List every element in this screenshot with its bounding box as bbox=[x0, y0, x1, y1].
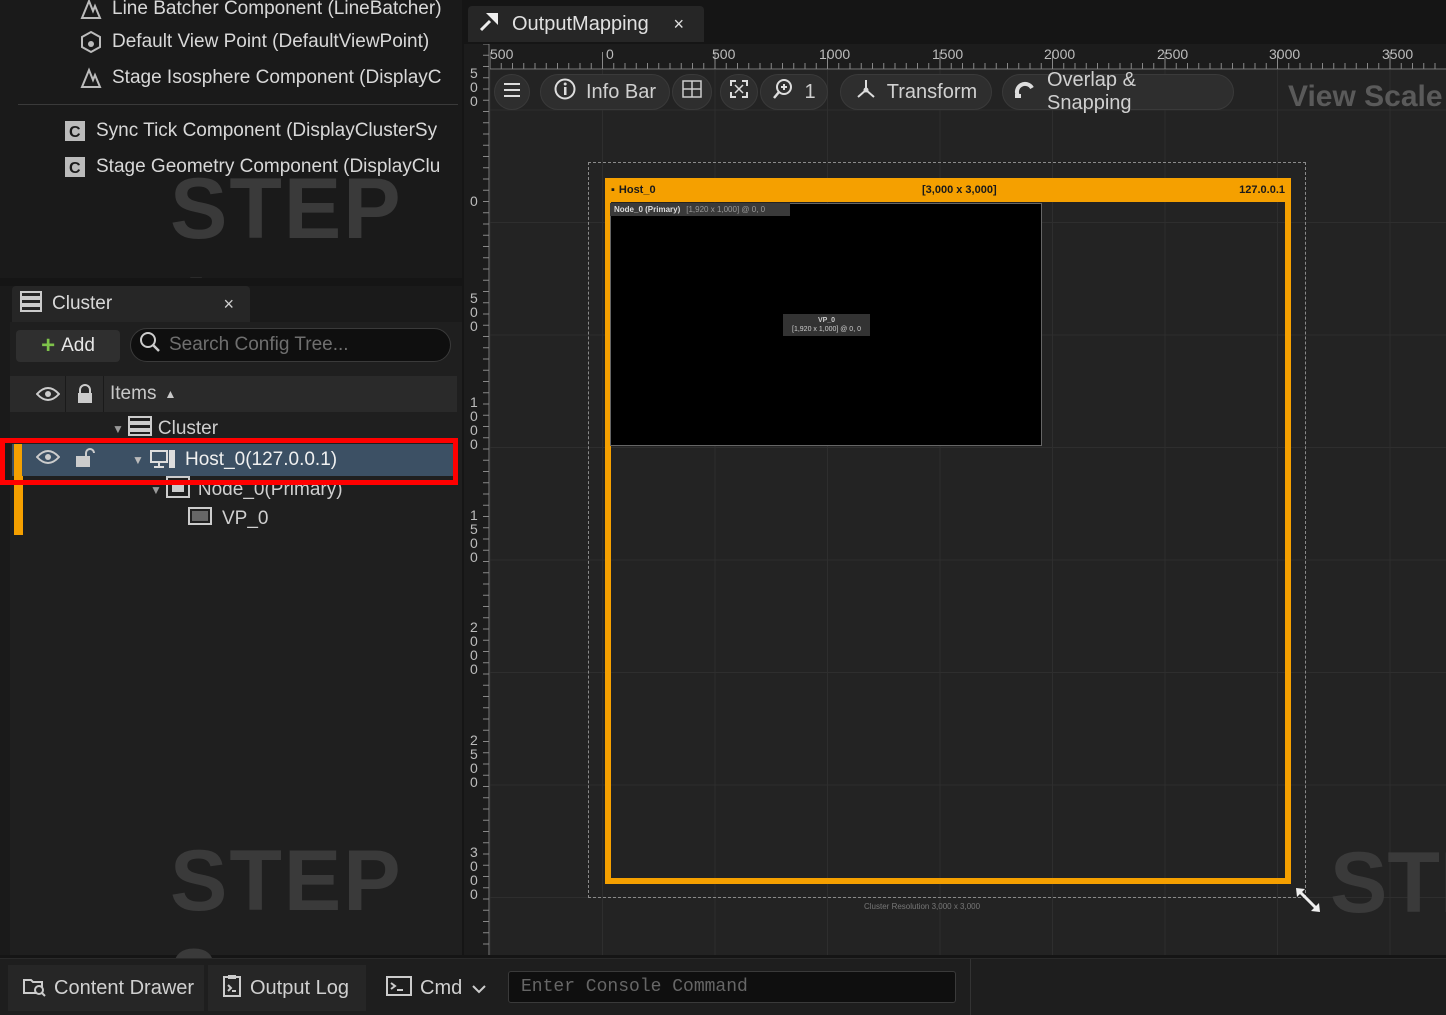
line-batcher-icon bbox=[78, 0, 104, 22]
panel-separator bbox=[0, 278, 462, 286]
fit-view-button[interactable] bbox=[720, 74, 758, 110]
zoom-icon bbox=[772, 78, 794, 106]
layout-button[interactable] bbox=[672, 74, 712, 110]
layout-grid-icon bbox=[682, 80, 702, 104]
svg-text:C: C bbox=[69, 124, 81, 141]
isosphere-icon bbox=[78, 65, 104, 91]
content-drawer-button[interactable]: Content Drawer bbox=[8, 965, 204, 1011]
items-column-header[interactable]: Items ▲ bbox=[104, 376, 176, 412]
output-log-icon bbox=[222, 974, 242, 1003]
status-bar: Content Drawer Output Log Cmd bbox=[0, 958, 1446, 1015]
ruler-tick-label: 1000 bbox=[470, 394, 478, 452]
chevron-down-icon[interactable]: ▼ bbox=[150, 483, 162, 497]
expand-icon bbox=[729, 79, 749, 105]
ruler-tick-label: 1500 bbox=[932, 46, 964, 62]
ruler-tick-label: 500 bbox=[712, 46, 736, 62]
info-icon bbox=[554, 78, 576, 106]
viewport-icon bbox=[188, 507, 212, 531]
ruler-tick-label: 3000 bbox=[470, 844, 478, 902]
output-log-button[interactable]: Output Log bbox=[208, 965, 366, 1011]
component-row[interactable]: Stage Isosphere Component (DisplayC bbox=[78, 61, 442, 95]
chevron-down-icon[interactable]: ▼ bbox=[112, 422, 124, 436]
ruler-tick-label: 2500 bbox=[470, 732, 478, 790]
plus-icon: + bbox=[41, 332, 56, 359]
ruler-tick-label: 2000 bbox=[1044, 46, 1076, 62]
close-icon[interactable]: × bbox=[673, 14, 684, 35]
add-button[interactable]: + Add bbox=[16, 330, 120, 362]
magnet-icon bbox=[1013, 78, 1037, 106]
console-command-field[interactable] bbox=[508, 971, 956, 1003]
divider bbox=[18, 104, 458, 105]
tree-item-label: VP_0 bbox=[222, 508, 269, 529]
ruler-tick-label: 3500 bbox=[1382, 46, 1414, 62]
ruler-horizontal: 500 0 500 1000 1500 2000 2500 3000 3500 bbox=[490, 44, 1446, 70]
highlight-annotation bbox=[0, 438, 458, 485]
host-resolution: [3,000 x 3,000] bbox=[922, 184, 997, 196]
cluster-tree-icon bbox=[20, 290, 42, 318]
lock-column-icon[interactable] bbox=[66, 376, 104, 412]
component-label: Stage Isosphere Component (DisplayC bbox=[112, 67, 442, 88]
view-point-icon bbox=[78, 29, 104, 55]
cpp-component-icon: C bbox=[62, 118, 88, 144]
sort-ascending-icon: ▲ bbox=[164, 387, 177, 401]
component-row[interactable]: C Sync Tick Component (DisplayClusterSy bbox=[62, 114, 437, 148]
ruler-tick-label: 500 bbox=[470, 65, 478, 109]
component-label: Line Batcher Component (LineBatcher) bbox=[112, 0, 442, 19]
zoom-button[interactable]: 1 bbox=[760, 74, 828, 110]
content-drawer-icon bbox=[22, 975, 46, 1002]
component-row[interactable]: Line Batcher Component (LineBatcher) bbox=[78, 0, 442, 26]
ruler-tick-label: 3000 bbox=[1269, 46, 1301, 62]
menu-button[interactable] bbox=[494, 74, 530, 110]
svg-text:C: C bbox=[69, 160, 81, 177]
overlap-snapping-button[interactable]: Overlap & Snapping bbox=[1002, 69, 1234, 114]
resize-handle-icon[interactable] bbox=[1294, 886, 1322, 919]
tree-header: Items ▲ bbox=[10, 376, 457, 412]
view-scale-readout: View Scale x bbox=[1288, 80, 1446, 113]
ruler-tick-label: 1500 bbox=[470, 507, 478, 565]
divider bbox=[970, 959, 971, 1015]
cmd-dropdown[interactable]: Cmd bbox=[372, 965, 502, 1011]
ruler-tick-label: 1000 bbox=[819, 46, 851, 62]
component-label: Sync Tick Component (DisplayClusterSy bbox=[96, 120, 438, 141]
ruler-tick-label: 2000 bbox=[470, 619, 478, 677]
output-mapping-icon bbox=[478, 9, 502, 39]
viewport-label[interactable]: VP_0 [1,920 x 1,000] @ 0, 0 bbox=[783, 314, 870, 336]
host-name: Host_0 bbox=[618, 184, 656, 196]
ruler-tick-label: 2500 bbox=[1157, 46, 1189, 62]
transform-button[interactable]: Transform bbox=[840, 74, 992, 110]
visibility-column-icon[interactable] bbox=[30, 376, 66, 412]
tab-label: Cluster bbox=[52, 293, 113, 314]
ruler-tick-label: 0 bbox=[606, 46, 614, 62]
tree-item-label: Cluster bbox=[157, 418, 219, 439]
hamburger-icon bbox=[503, 81, 521, 104]
cluster-resolution-text: Cluster Resolution 3,000 x 3,000 bbox=[864, 902, 981, 911]
console-input[interactable] bbox=[521, 977, 941, 997]
transform-axes-icon bbox=[855, 78, 877, 106]
tab-output-mapping[interactable]: OutputMapping × bbox=[468, 6, 704, 42]
tree-item-viewport[interactable]: VP_0 bbox=[188, 504, 268, 534]
chevron-down-icon bbox=[472, 977, 486, 1000]
component-row[interactable]: Default View Point (DefaultViewPoint) bbox=[78, 25, 429, 59]
component-label: Default View Point (DefaultViewPoint) bbox=[112, 31, 430, 52]
output-mapping-viewport[interactable]: OutputMapping × 500 0 500 1000 1500 2000… bbox=[464, 0, 1446, 955]
tab-cluster[interactable]: Cluster × bbox=[12, 286, 250, 322]
info-bar-button[interactable]: Info Bar bbox=[540, 74, 670, 110]
terminal-icon bbox=[386, 975, 412, 1001]
search-icon bbox=[139, 331, 161, 359]
ruler-tick-label: 500 bbox=[470, 290, 478, 334]
ruler-vertical: 500 0 500 1000 1500 2000 2500 3000 bbox=[464, 44, 490, 955]
ruler-tick-label: 0 bbox=[470, 193, 478, 209]
cpp-component-icon: C bbox=[62, 154, 88, 180]
host-header[interactable]: ▪ Host_0 [3,000 x 3,000] 127.0.0.1 bbox=[605, 178, 1291, 202]
host-small-icon: ▪ bbox=[611, 184, 615, 196]
ruler-tick-label: 500 bbox=[490, 46, 514, 62]
close-icon[interactable]: × bbox=[223, 294, 234, 315]
node-label: Node_0 (Primary) [1,920 x 1,000] @ 0, 0 bbox=[610, 203, 790, 216]
search-field[interactable] bbox=[130, 328, 451, 362]
search-input[interactable] bbox=[169, 334, 439, 356]
tab-label: OutputMapping bbox=[512, 12, 649, 35]
host-ip: 127.0.0.1 bbox=[1239, 184, 1285, 196]
step-3-watermark: STE bbox=[1330, 835, 1446, 931]
